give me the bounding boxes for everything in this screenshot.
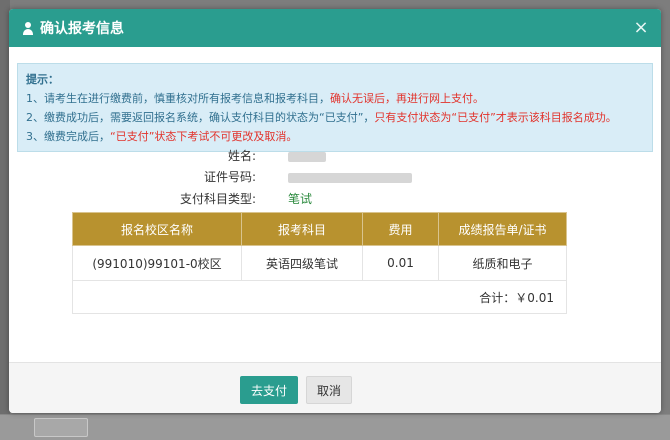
name-label: 姓名: <box>227 149 256 163</box>
total-row: 合计：￥0.01 <box>72 280 567 314</box>
notice-line-1-warning: 确认无误后，再进行网上支付。 <box>330 92 484 105</box>
header-fee: 费用 <box>362 212 439 246</box>
id-label: 证件号码: <box>203 170 256 184</box>
total-amount: 合计：￥0.01 <box>72 280 567 314</box>
background-button <box>34 418 88 437</box>
id-row: 证件号码: <box>9 168 661 186</box>
notice-box: 提示： 1、请考生在进行缴费前，慎重核对所有报考信息和报考科目，确认无误后，再进… <box>17 63 653 152</box>
id-value-redacted <box>288 168 412 186</box>
modal-title: 确认报考信息 <box>40 21 124 37</box>
cancel-button[interactable]: 取消 <box>306 376 352 404</box>
type-label: 支付科目类型: <box>179 192 256 206</box>
header-certificate: 成绩报告单/证书 <box>438 212 567 246</box>
type-value: 笔试 <box>288 192 313 206</box>
notice-line-3: 3、缴费完成后，“已支付”状态下考试不可更改及取消。 <box>26 127 644 146</box>
name-row: 姓名: <box>9 147 661 165</box>
header-campus: 报名校区名称 <box>72 212 242 246</box>
table-header-row: 报名校区名称 报考科目 费用 成绩报告单/证书 <box>72 212 567 246</box>
modal-footer: 去支付 取消 <box>9 362 661 413</box>
pay-button[interactable]: 去支付 <box>240 376 298 404</box>
user-icon <box>21 21 35 35</box>
cell-fee: 0.01 <box>362 245 439 281</box>
close-icon[interactable]: × <box>633 19 649 37</box>
notice-line-2-warning: 只有支付状态为“已支付”才表示该科目报名成功。 <box>374 111 617 124</box>
notice-line-3-warning: “已支付” <box>110 130 155 143</box>
notice-line-1-text: 1、请考生在进行缴费前，慎重核对所有报考信息和报考科目， <box>26 92 330 105</box>
cell-campus: (991010)99101-0校区 <box>72 245 242 281</box>
notice-heading: 提示： <box>26 73 59 86</box>
cell-certificate: 纸质和电子 <box>438 245 567 281</box>
confirm-registration-modal: 确认报考信息 × 提示： 1、请考生在进行缴费前，慎重核对所有报考信息和报考科目… <box>9 9 661 413</box>
header-subject: 报考科目 <box>241 212 363 246</box>
notice-line-3-tail: 状态下考试不可更改及取消。 <box>154 130 298 143</box>
type-row: 支付科目类型: 笔试 <box>9 190 661 208</box>
notice-line-2: 2、缴费成功后，需要返回报名系统，确认支付科目的状态为“已支付”，只有支付状态为… <box>26 108 644 127</box>
notice-line-3-text: 3、缴费完成后， <box>26 130 110 143</box>
fee-table: 报名校区名称 报考科目 费用 成绩报告单/证书 (991010)99101-0校… <box>72 212 567 314</box>
notice-line-2-text: 2、缴费成功后，需要返回报名系统，确认支付科目的状态为“已支付”， <box>26 111 375 124</box>
background-row <box>0 414 670 440</box>
modal-header: 确认报考信息 × <box>9 9 661 47</box>
cell-subject: 英语四级笔试 <box>241 245 363 281</box>
table-row: (991010)99101-0校区 英语四级笔试 0.01 纸质和电子 <box>72 245 567 281</box>
notice-line-1: 1、请考生在进行缴费前，慎重核对所有报考信息和报考科目，确认无误后，再进行网上支… <box>26 89 644 108</box>
name-value-redacted <box>288 147 326 165</box>
